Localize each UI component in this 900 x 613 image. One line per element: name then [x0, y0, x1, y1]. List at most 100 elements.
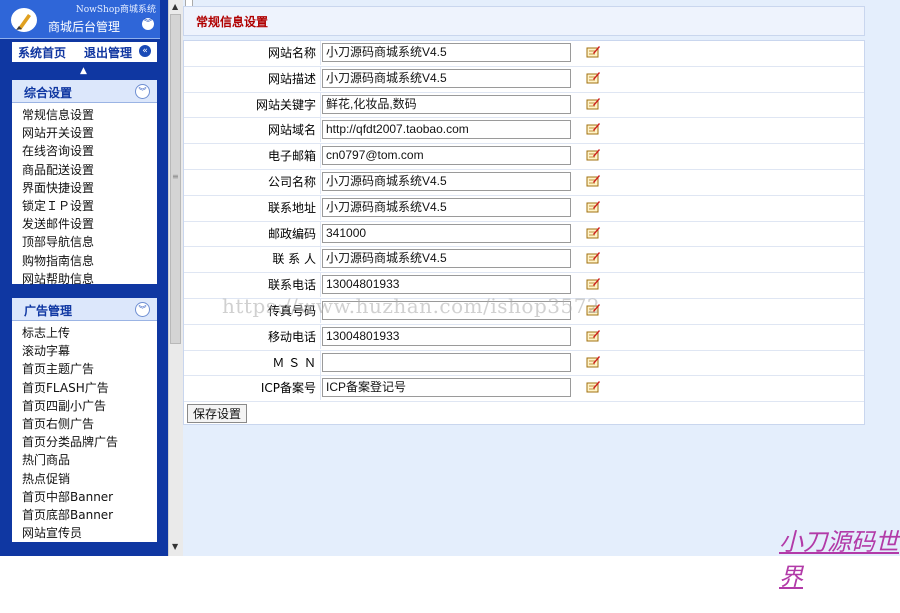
- field-label: Ｍ Ｓ Ｎ: [184, 350, 321, 375]
- sidebar-item[interactable]: 发送邮件设置: [12, 215, 157, 233]
- edit-note-icon[interactable]: [586, 97, 600, 110]
- edit-note-icon[interactable]: [586, 45, 600, 58]
- field-label: 公司名称: [184, 169, 321, 194]
- grip-icon: ≡: [172, 172, 179, 181]
- top-nav: 系统首页 退出管理 «: [12, 42, 157, 62]
- form-row: ICP备案号 ICP备案登记号: [184, 376, 864, 403]
- field-label: 网站描述: [184, 66, 321, 91]
- field-label: 邮政编码: [184, 221, 321, 246]
- edit-note-icon[interactable]: [586, 226, 600, 239]
- form-row: 网站名称 小刀源码商城系统V4.5: [184, 41, 864, 67]
- edit-note-icon[interactable]: [586, 148, 600, 161]
- arrow-up-icon[interactable]: ▲: [80, 66, 87, 76]
- field-input[interactable]: cn0797@tom.com: [322, 146, 571, 166]
- collapse-sidebar-icon[interactable]: «: [139, 45, 151, 57]
- sidebar-item[interactable]: 滚动字幕: [12, 342, 157, 360]
- panel-title: 广告管理: [24, 304, 73, 318]
- sidebar-item[interactable]: 热点促销: [12, 470, 157, 488]
- field-input[interactable]: 小刀源码商城系统V4.5: [322, 197, 571, 217]
- sidebar-item[interactable]: 网站宣传员: [12, 524, 157, 542]
- sidebar-item[interactable]: 首页底部Banner: [12, 506, 157, 524]
- watermark-text: https://www.huzhan.com/ishop3572: [222, 294, 601, 318]
- edit-note-icon[interactable]: [586, 329, 600, 342]
- brand-header: NowShop商城系统 商城后台管理 ︾: [0, 0, 160, 39]
- panel-menu: 标志上传 滚动字幕 首页主题广告 首页FLASH广告 首页四副小广告 首页右侧广告 首页分类…: [12, 321, 157, 542]
- field-input[interactable]: 小刀源码商城系统V4.5: [322, 43, 571, 62]
- field-label: 网站关键字: [184, 92, 321, 117]
- edit-note-icon[interactable]: [586, 71, 600, 84]
- field-input[interactable]: http://qfdt2007.taobao.com: [322, 120, 571, 140]
- button-row: 保存设置: [184, 402, 864, 424]
- form-row: 联系地址 小刀源码商城系统V4.5: [184, 195, 864, 222]
- settings-form: 网站名称 小刀源码商城系统V4.5 网站描述 小刀源码商城系统V4.5 网站关键字 鲜花,…: [183, 40, 865, 426]
- field-label: 联系地址: [184, 195, 321, 220]
- sidebar-item[interactable]: 首页四副小广告: [12, 397, 157, 415]
- edit-note-icon[interactable]: [586, 122, 600, 135]
- sidebar-item[interactable]: 首页右侧广告: [12, 415, 157, 433]
- collapse-header-icon[interactable]: ︾: [142, 18, 154, 30]
- panel-menu: 常规信息设置 网站开关设置 在线咨询设置 商品配送设置 界面快捷设置 锁定ＩＰ设置 发送邮件…: [12, 103, 157, 288]
- scroll-up-icon[interactable]: ▲: [172, 2, 178, 11]
- form-row: 邮政编码 341000: [184, 221, 864, 248]
- sidebar-item[interactable]: 首页主题广告: [12, 360, 157, 378]
- field-input[interactable]: 小刀源码商城系统V4.5: [322, 171, 571, 191]
- field-input[interactable]: 341000: [322, 223, 571, 243]
- chevron-collapse-icon[interactable]: ︾: [135, 84, 150, 99]
- sidebar-item[interactable]: 顶部导航信息: [12, 233, 157, 251]
- sidebar-item[interactable]: 标志上传: [12, 324, 157, 342]
- sidebar-item[interactable]: 热门商品: [12, 451, 157, 469]
- edit-note-icon[interactable]: [586, 200, 600, 213]
- field-label: ICP备案号: [184, 376, 321, 401]
- field-label: 电子邮箱: [184, 144, 321, 169]
- field-input[interactable]: 13004801933: [322, 275, 571, 295]
- main-content: 常规信息设置 网站名称 小刀源码商城系统V4.5 网站描述 小刀源码商城系统V4.5 网…: [183, 0, 900, 591]
- field-input[interactable]: 鲜花,化妆品,数码: [322, 94, 571, 114]
- sidebar-item[interactable]: 锁定ＩＰ设置: [12, 197, 157, 215]
- edit-note-icon[interactable]: [586, 174, 600, 187]
- form-row: 网站域名 http://qfdt2007.taobao.com: [184, 118, 864, 145]
- sidebar-item[interactable]: 界面快捷设置: [12, 179, 157, 197]
- left-sidebar: NowShop商城系统 商城后台管理 ︾ 系统首页 退出管理 « ▲ 综合设置 …: [0, 0, 168, 556]
- panel-ad-management: 广告管理 ︾ 标志上传 滚动字幕 首页主题广告 首页FLASH广告 首页四副小广告 首页右…: [12, 298, 157, 542]
- field-label: 网站名称: [184, 41, 321, 65]
- system-name: NowShop商城系统: [75, 5, 156, 15]
- sidebar-item[interactable]: 首页FLASH广告: [12, 379, 157, 397]
- settings-header: 常规信息设置: [183, 6, 865, 36]
- edit-note-icon[interactable]: [586, 355, 600, 368]
- sidebar-item[interactable]: 在线咨询设置: [12, 142, 157, 160]
- sidebar-item[interactable]: 购物指南信息: [12, 252, 157, 270]
- panel-header[interactable]: 广告管理 ︾: [12, 298, 157, 321]
- field-input[interactable]: 13004801933: [322, 326, 571, 346]
- form-row: 网站关键字 鲜花,化妆品,数码: [184, 92, 864, 119]
- save-button[interactable]: 保存设置: [187, 404, 248, 424]
- field-input[interactable]: ICP备案登记号: [322, 378, 571, 398]
- edit-note-icon[interactable]: [586, 380, 600, 393]
- sidebar-item[interactable]: 网站帮助信息: [12, 270, 157, 288]
- field-label: 网站域名: [184, 118, 321, 143]
- form-row: 移动电话 13004801933: [184, 324, 864, 351]
- chevron-collapse-icon[interactable]: ︾: [135, 302, 150, 317]
- form-row: 电子邮箱 cn0797@tom.com: [184, 144, 864, 170]
- sidebar-item[interactable]: 常规信息设置: [12, 106, 157, 124]
- field-label: 联 系 人: [184, 247, 321, 272]
- sidebar-scrollbar[interactable]: ▲ ≡ ▼: [168, 0, 183, 556]
- sidebar-item[interactable]: 首页中部Banner: [12, 488, 157, 506]
- panel-header[interactable]: 综合设置 ︾: [12, 80, 157, 103]
- form-rows: 网站名称 小刀源码商城系统V4.5 网站描述 小刀源码商城系统V4.5 网站关键字 鲜花,…: [184, 41, 864, 403]
- field-input[interactable]: 小刀源码商城系统V4.5: [322, 249, 571, 269]
- form-row: Ｍ Ｓ Ｎ: [184, 350, 864, 377]
- sidebar-item[interactable]: 网站开关设置: [12, 124, 157, 142]
- edit-note-icon[interactable]: [586, 277, 600, 290]
- sidebar-item[interactable]: 商品配送设置: [12, 161, 157, 179]
- page-title: 常规信息设置: [196, 15, 269, 29]
- panel-general-settings: 综合设置 ︾ 常规信息设置 网站开关设置 在线咨询设置 商品配送设置 界面快捷设置 锁定Ｉ…: [12, 80, 157, 286]
- form-row: 公司名称 小刀源码商城系统V4.5: [184, 169, 864, 196]
- panel-title: 综合设置: [24, 86, 73, 100]
- home-link[interactable]: 系统首页: [18, 44, 66, 61]
- edit-note-icon[interactable]: [586, 251, 600, 264]
- field-input[interactable]: 小刀源码商城系统V4.5: [322, 68, 571, 88]
- scroll-down-icon[interactable]: ▼: [172, 542, 178, 551]
- sidebar-item[interactable]: 首页分类品牌广告: [12, 433, 157, 451]
- field-input[interactable]: [322, 352, 571, 372]
- logout-link[interactable]: 退出管理: [84, 44, 132, 61]
